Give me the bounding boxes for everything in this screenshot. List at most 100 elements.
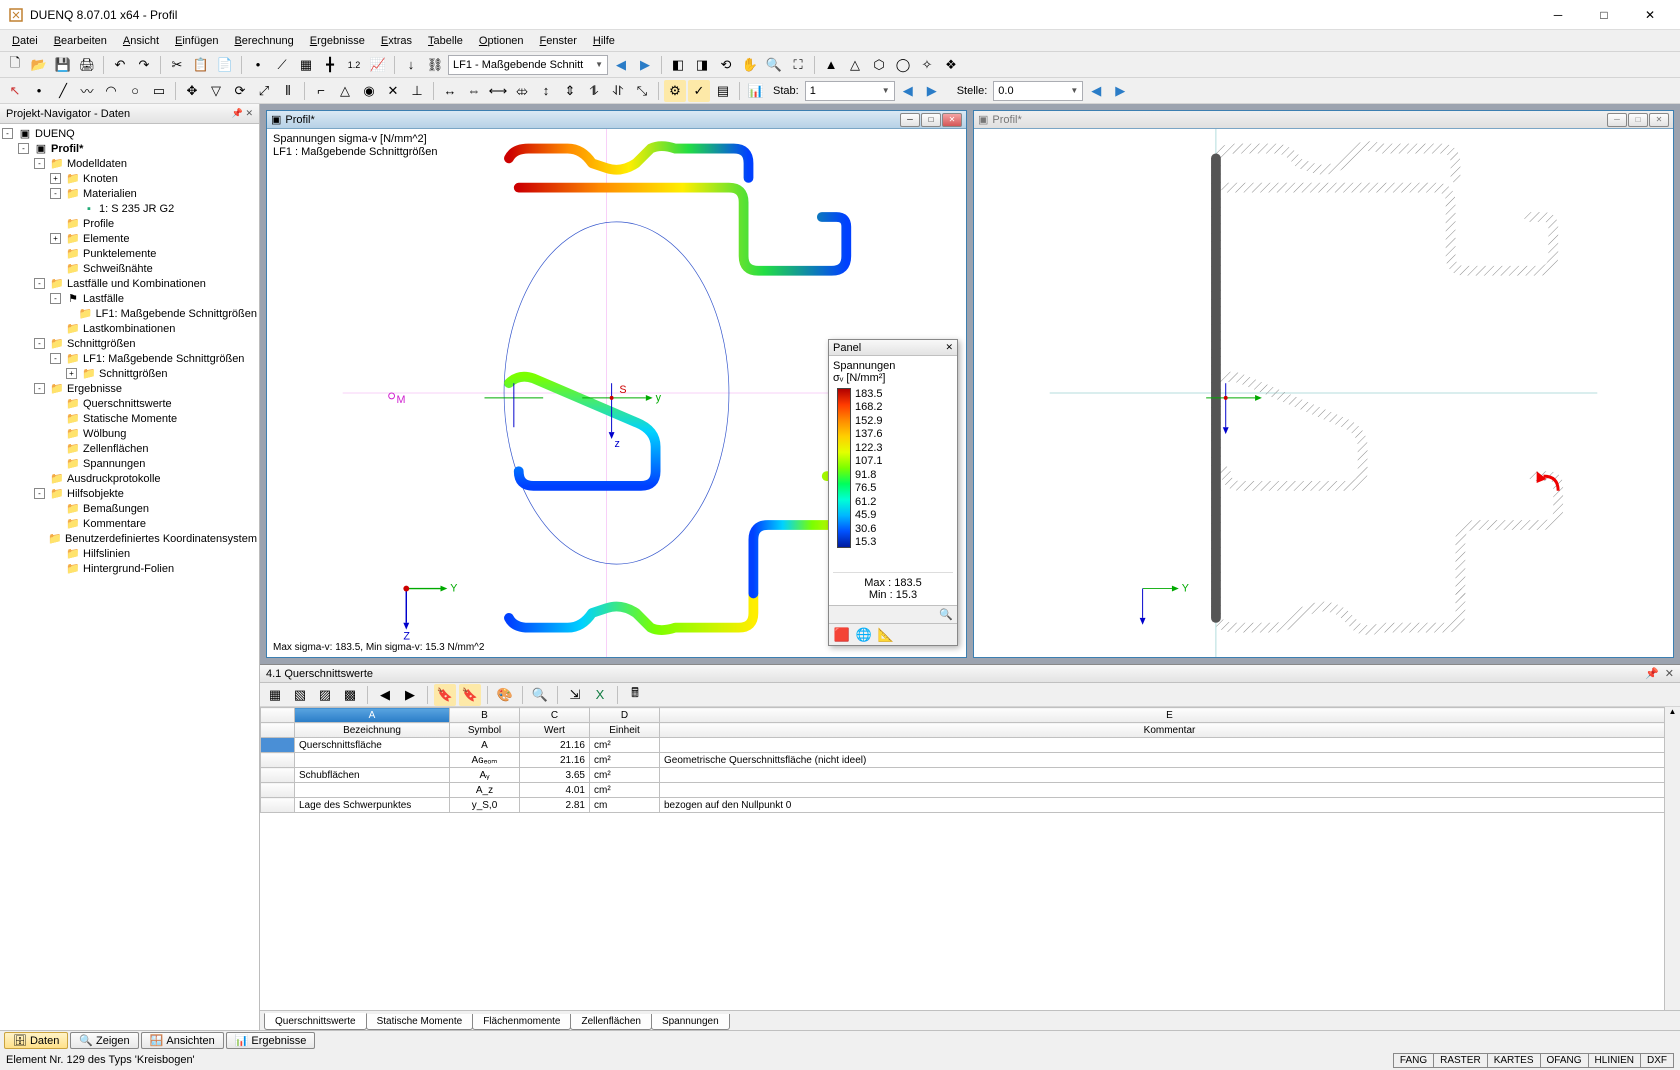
tree-item[interactable]: -📁Materialien bbox=[2, 186, 257, 201]
zoom-all-icon[interactable]: ⛶ bbox=[787, 54, 809, 76]
tree-item[interactable]: -📁LF1: Maßgebende Schnittgrößen bbox=[2, 351, 257, 366]
menu-einfügen[interactable]: Einfügen bbox=[167, 33, 226, 49]
panel-tab-filter-icon[interactable]: 📐 bbox=[877, 626, 895, 644]
prev-stab-icon[interactable]: ◀ bbox=[897, 80, 919, 102]
menu-datei[interactable]: Datei bbox=[4, 33, 46, 49]
tbl-find-icon[interactable]: 🔍 bbox=[529, 684, 551, 706]
tree-item[interactable]: 📁Hilfslinien bbox=[2, 546, 257, 561]
zoom-icon[interactable]: 🔍 bbox=[763, 54, 785, 76]
dim4-icon[interactable]: ⤄ bbox=[511, 80, 533, 102]
tool-b-icon[interactable]: △ bbox=[844, 54, 866, 76]
table-row[interactable]: QuerschnittsflächeA21.16cm² bbox=[261, 738, 1680, 753]
chart-type-icon[interactable]: 📊 bbox=[745, 80, 767, 102]
tool-e-icon[interactable]: ✧ bbox=[916, 54, 938, 76]
perspective-icon[interactable]: ◨ bbox=[691, 54, 713, 76]
snap-end-icon[interactable]: ⌐ bbox=[310, 80, 332, 102]
undo-icon[interactable]: ↶ bbox=[109, 54, 131, 76]
window-minimize[interactable]: ─ bbox=[1536, 2, 1580, 28]
tree-item[interactable]: 📁Statische Momente bbox=[2, 411, 257, 426]
nav-tab-zeigen[interactable]: 🔍Zeigen bbox=[70, 1032, 138, 1049]
tbl-colorize-icon[interactable]: 🎨 bbox=[494, 684, 516, 706]
status-chip-hlinien[interactable]: HLINIEN bbox=[1588, 1053, 1641, 1068]
table-tab[interactable]: Querschnittswerte bbox=[264, 1013, 367, 1030]
nav-tab-ansichten[interactable]: 🪟Ansichten bbox=[141, 1032, 224, 1049]
tbl-filter2-icon[interactable]: 🔖 bbox=[459, 684, 481, 706]
menu-extras[interactable]: Extras bbox=[373, 33, 420, 49]
tree-toggle-icon[interactable]: - bbox=[50, 353, 61, 364]
node-icon[interactable]: • bbox=[247, 54, 269, 76]
tool-a-icon[interactable]: ▲ bbox=[820, 54, 842, 76]
table-tab[interactable]: Spannungen bbox=[651, 1014, 730, 1030]
table-pin-icon[interactable]: 📌 bbox=[1645, 667, 1659, 680]
tree-item[interactable]: 📁Spannungen bbox=[2, 456, 257, 471]
tree-toggle-icon[interactable]: + bbox=[66, 368, 77, 379]
tree-toggle-icon[interactable]: - bbox=[50, 293, 61, 304]
check-icon[interactable]: ✓ bbox=[688, 80, 710, 102]
snap-center-icon[interactable]: ◉ bbox=[358, 80, 380, 102]
tbl-export-icon[interactable]: ⇲ bbox=[564, 684, 586, 706]
tree-toggle-icon[interactable]: - bbox=[50, 188, 61, 199]
table-close-icon[interactable]: ✕ bbox=[1665, 667, 1674, 680]
tbl-prev-icon[interactable]: ◀ bbox=[374, 684, 396, 706]
tree-item[interactable]: +📁Elemente bbox=[2, 231, 257, 246]
tree-item[interactable]: 📁Wölbung bbox=[2, 426, 257, 441]
dim8-icon[interactable]: ⥯ bbox=[607, 80, 629, 102]
scale-icon[interactable]: ⤢ bbox=[253, 80, 275, 102]
menu-tabelle[interactable]: Tabelle bbox=[420, 33, 471, 49]
tree-item[interactable]: 📁Schweißnähte bbox=[2, 261, 257, 276]
dim6-icon[interactable]: ⇕ bbox=[559, 80, 581, 102]
offset-icon[interactable]: ⫴ bbox=[277, 80, 299, 102]
table-row[interactable]: SchubflächenAᵧ3.65cm² bbox=[261, 768, 1680, 783]
table-tab[interactable]: Statische Momente bbox=[366, 1014, 474, 1030]
view-left-canvas[interactable]: Spannungen sigma-v [N/mm^2] LF1 : Maßgeb… bbox=[267, 129, 966, 657]
numbers-icon[interactable]: 1.2 bbox=[343, 54, 365, 76]
view-minimize-icon[interactable]: ─ bbox=[900, 113, 920, 127]
snap-intersect-icon[interactable]: ✕ bbox=[382, 80, 404, 102]
draw-polyline-icon[interactable]: 〰 bbox=[76, 80, 98, 102]
menu-ergebnisse[interactable]: Ergebnisse bbox=[302, 33, 373, 49]
dim2-icon[interactable]: ⇔ bbox=[463, 80, 485, 102]
tree-item[interactable]: +📁Knoten bbox=[2, 171, 257, 186]
view-maximize-icon[interactable]: □ bbox=[921, 113, 941, 127]
stelle-combo[interactable]: 0.0 ▼ bbox=[993, 81, 1083, 101]
pan-icon[interactable]: ✋ bbox=[739, 54, 761, 76]
vertical-scrollbar[interactable]: ▲ bbox=[1664, 707, 1680, 1010]
tbl-btn1-icon[interactable]: ▦ bbox=[264, 684, 286, 706]
mirror-icon[interactable]: ▽ bbox=[205, 80, 227, 102]
tree-item[interactable]: -▣DUENQ bbox=[2, 126, 257, 141]
navigator-tree[interactable]: -▣DUENQ-▣Profil*-📁Modelldaten+📁Knoten-📁M… bbox=[0, 124, 259, 1030]
table-icon[interactable]: ▤ bbox=[712, 80, 734, 102]
tree-item[interactable]: 📁Profile bbox=[2, 216, 257, 231]
panel-title[interactable]: Panel ✕ bbox=[829, 340, 957, 356]
tree-item[interactable]: 📁Bemaßungen bbox=[2, 501, 257, 516]
tree-item[interactable]: -⚑Lastfälle bbox=[2, 291, 257, 306]
tool-c-icon[interactable]: ⬡ bbox=[868, 54, 890, 76]
panel-close-icon[interactable]: ✕ bbox=[945, 342, 953, 353]
tree-toggle-icon[interactable]: - bbox=[34, 278, 45, 289]
menu-bearbeiten[interactable]: Bearbeiten bbox=[46, 33, 115, 49]
rotate-icon[interactable]: ⟲ bbox=[715, 54, 737, 76]
line-icon[interactable]: ⟋ bbox=[271, 54, 293, 76]
view-maximize-icon[interactable]: □ bbox=[1628, 113, 1648, 127]
status-chip-dxf[interactable]: DXF bbox=[1640, 1053, 1674, 1068]
tree-toggle-icon[interactable]: + bbox=[50, 233, 61, 244]
new-icon[interactable]: 🗋 bbox=[4, 54, 26, 76]
view-right-titlebar[interactable]: ▣ Profil* ─ □ ✕ bbox=[974, 111, 1673, 129]
calc-icon[interactable]: ⚙ bbox=[664, 80, 686, 102]
tree-toggle-icon[interactable]: - bbox=[18, 143, 29, 154]
tbl-btn2-icon[interactable]: ▧ bbox=[289, 684, 311, 706]
tool-d-icon[interactable]: ◯ bbox=[892, 54, 914, 76]
tree-item[interactable]: -📁Ergebnisse bbox=[2, 381, 257, 396]
status-chip-fang[interactable]: FANG bbox=[1393, 1053, 1434, 1068]
select-icon[interactable]: ↖ bbox=[4, 80, 26, 102]
menu-optionen[interactable]: Optionen bbox=[471, 33, 532, 49]
tree-toggle-icon[interactable]: - bbox=[2, 128, 13, 139]
table-tab[interactable]: Zellenflächen bbox=[570, 1014, 651, 1030]
view-close-icon[interactable]: ✕ bbox=[1649, 113, 1669, 127]
tree-item[interactable]: -📁Schnittgrößen bbox=[2, 336, 257, 351]
view-right-canvas[interactable]: Y bbox=[974, 129, 1673, 657]
rotate2-icon[interactable]: ⟳ bbox=[229, 80, 251, 102]
tbl-btn3-icon[interactable]: ▨ bbox=[314, 684, 336, 706]
axis-icon[interactable]: ╋ bbox=[319, 54, 341, 76]
save-icon[interactable]: 💾 bbox=[52, 54, 74, 76]
